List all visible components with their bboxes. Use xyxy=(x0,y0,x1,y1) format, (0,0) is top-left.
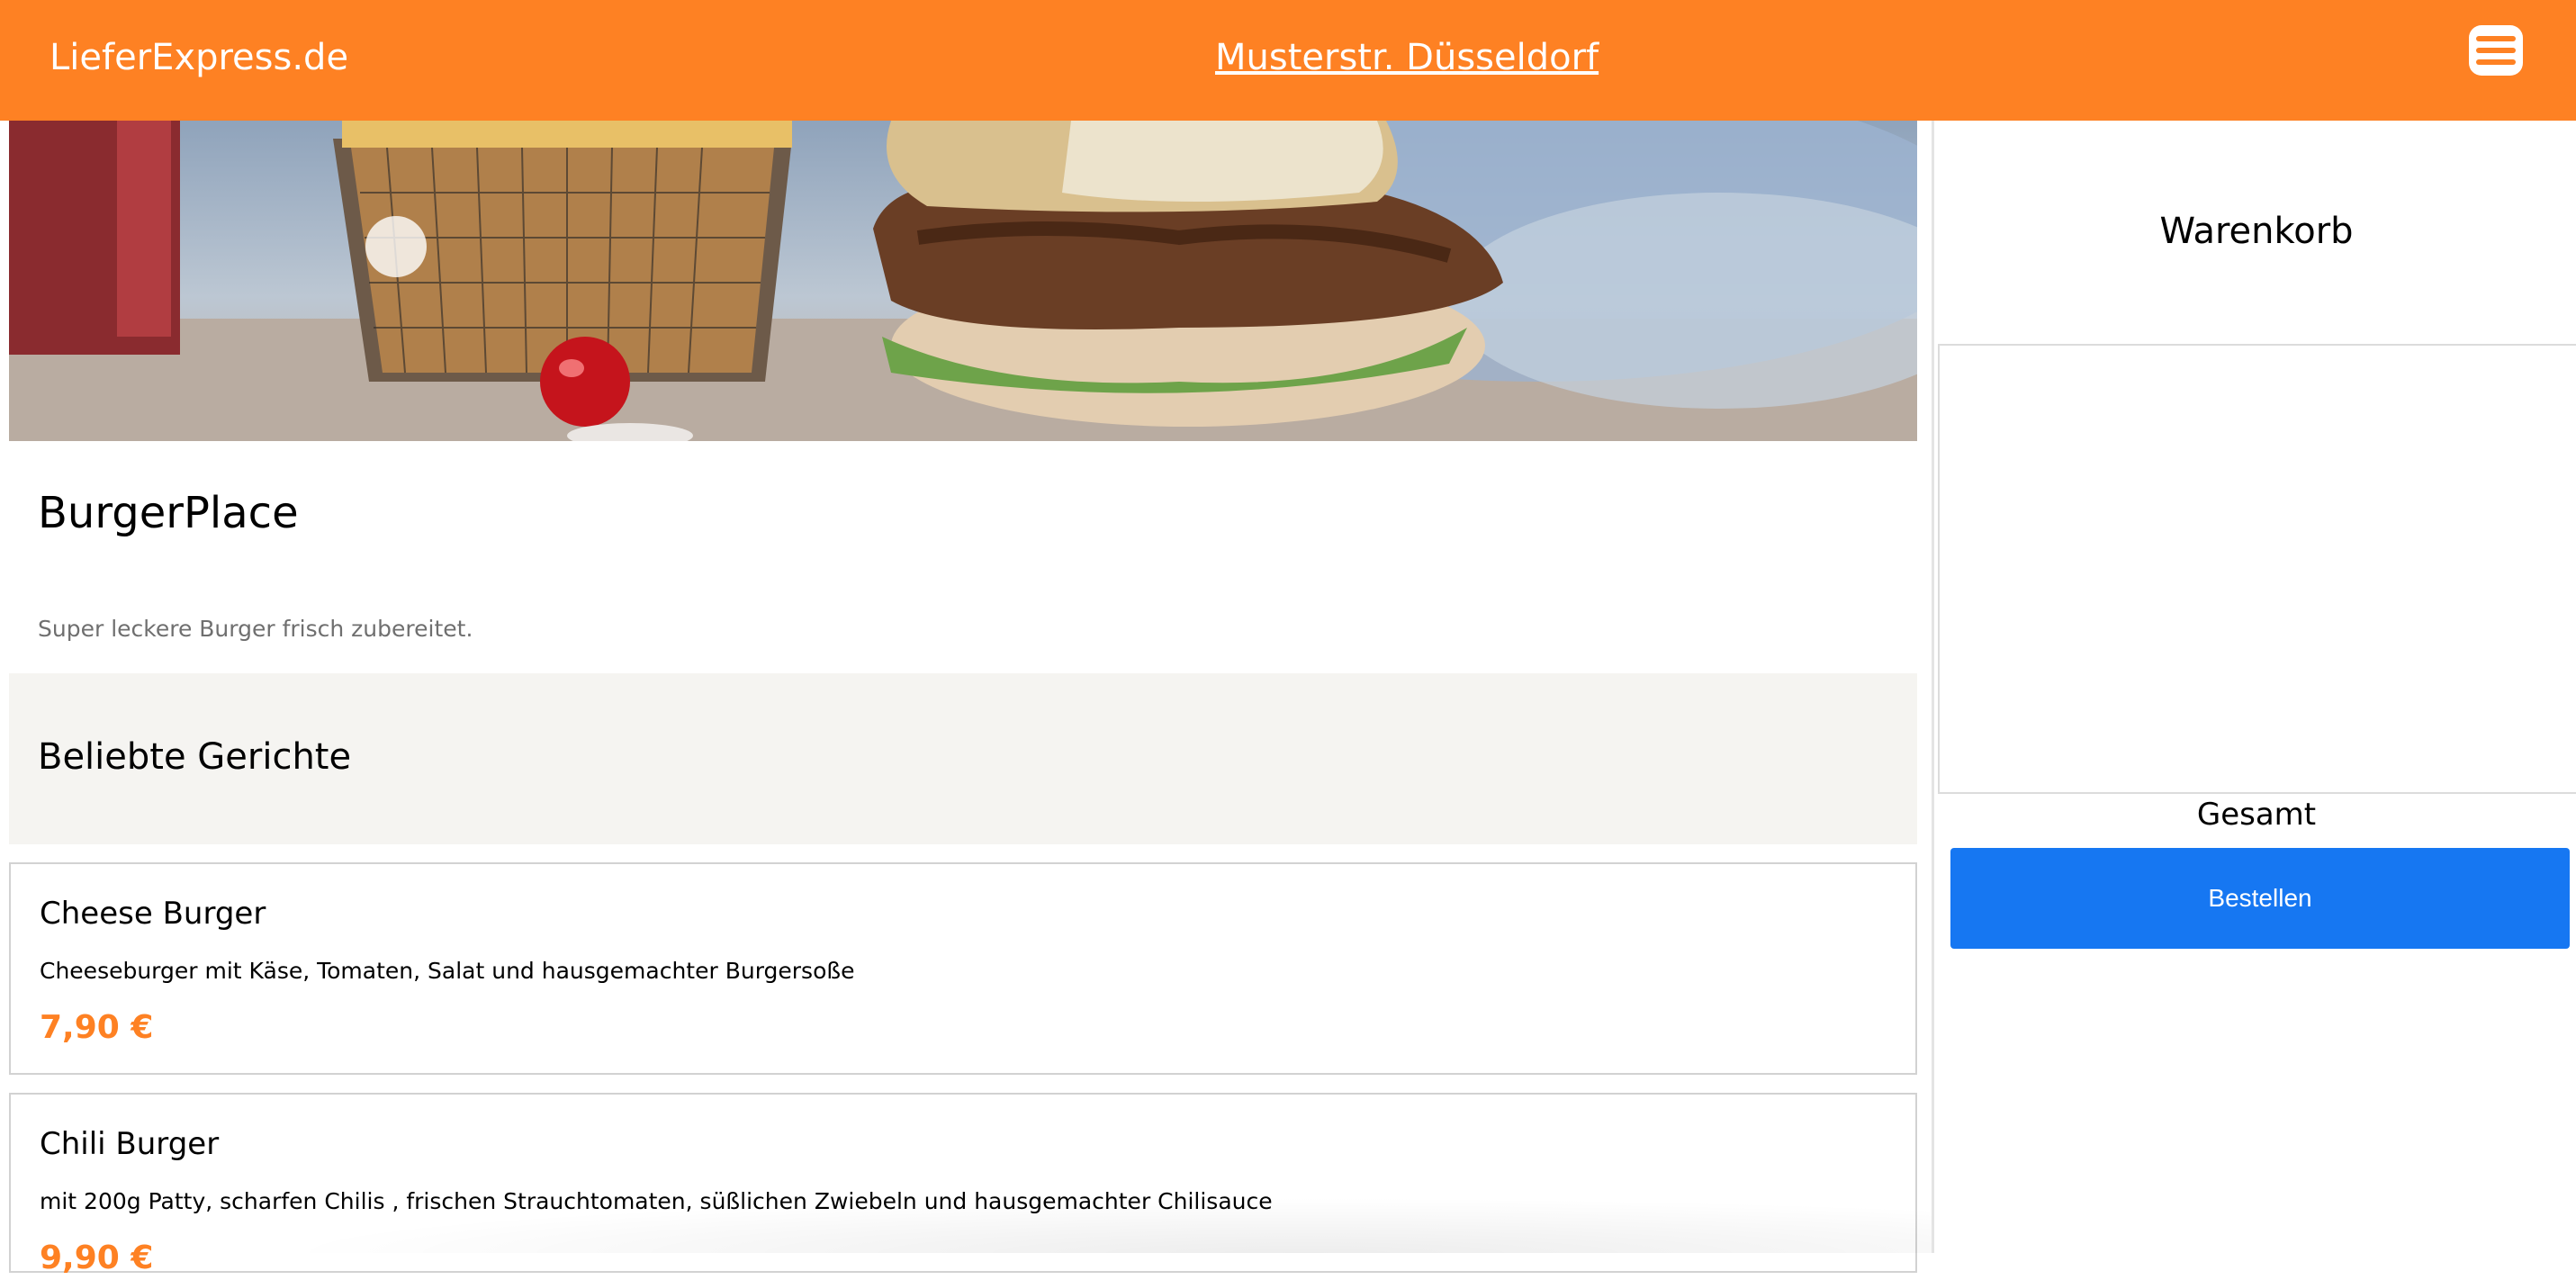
restaurant-name: BurgerPlace xyxy=(38,488,299,538)
restaurant-description: Super leckere Burger frisch zubereitet. xyxy=(38,616,473,642)
dish-description: Cheeseburger mit Käse, Tomaten, Salat un… xyxy=(40,958,855,984)
site-logo-text[interactable]: LieferExpress.de xyxy=(50,33,348,82)
cart-total-label: Gesamt xyxy=(2196,797,2317,833)
order-button[interactable]: Bestellen xyxy=(1950,848,2570,949)
top-navbar: LieferExpress.de Musterstr. Düsseldorf xyxy=(0,0,2576,121)
delivery-address-link[interactable]: Musterstr. Düsseldorf xyxy=(1215,33,1599,82)
dish-price: 9,90 € xyxy=(40,1239,154,1276)
cart-items-list xyxy=(1938,344,2576,794)
popular-dishes-title: Beliebte Gerichte xyxy=(38,736,352,778)
shopping-cart-panel: Warenkorb Gesamt Bestellen xyxy=(1932,121,2576,1253)
hamburger-menu-icon[interactable] xyxy=(2469,25,2523,76)
restaurant-hero-image xyxy=(9,121,1917,441)
cart-title: Warenkorb xyxy=(2159,211,2354,252)
popular-dishes-header: Beliebte Gerichte xyxy=(9,673,1917,844)
dish-name: Cheese Burger xyxy=(40,896,266,932)
dish-card-chili-burger[interactable]: Chili Burger mit 200g Patty, scharfen Ch… xyxy=(9,1093,1917,1276)
dish-card-cheese-burger[interactable]: Cheese Burger Cheeseburger mit Käse, Tom… xyxy=(9,862,1917,1075)
dish-price: 7,90 € xyxy=(40,1009,154,1046)
dish-name: Chili Burger xyxy=(40,1126,220,1162)
dish-description: mit 200g Patty, scharfen Chilis , frisch… xyxy=(40,1188,1273,1214)
